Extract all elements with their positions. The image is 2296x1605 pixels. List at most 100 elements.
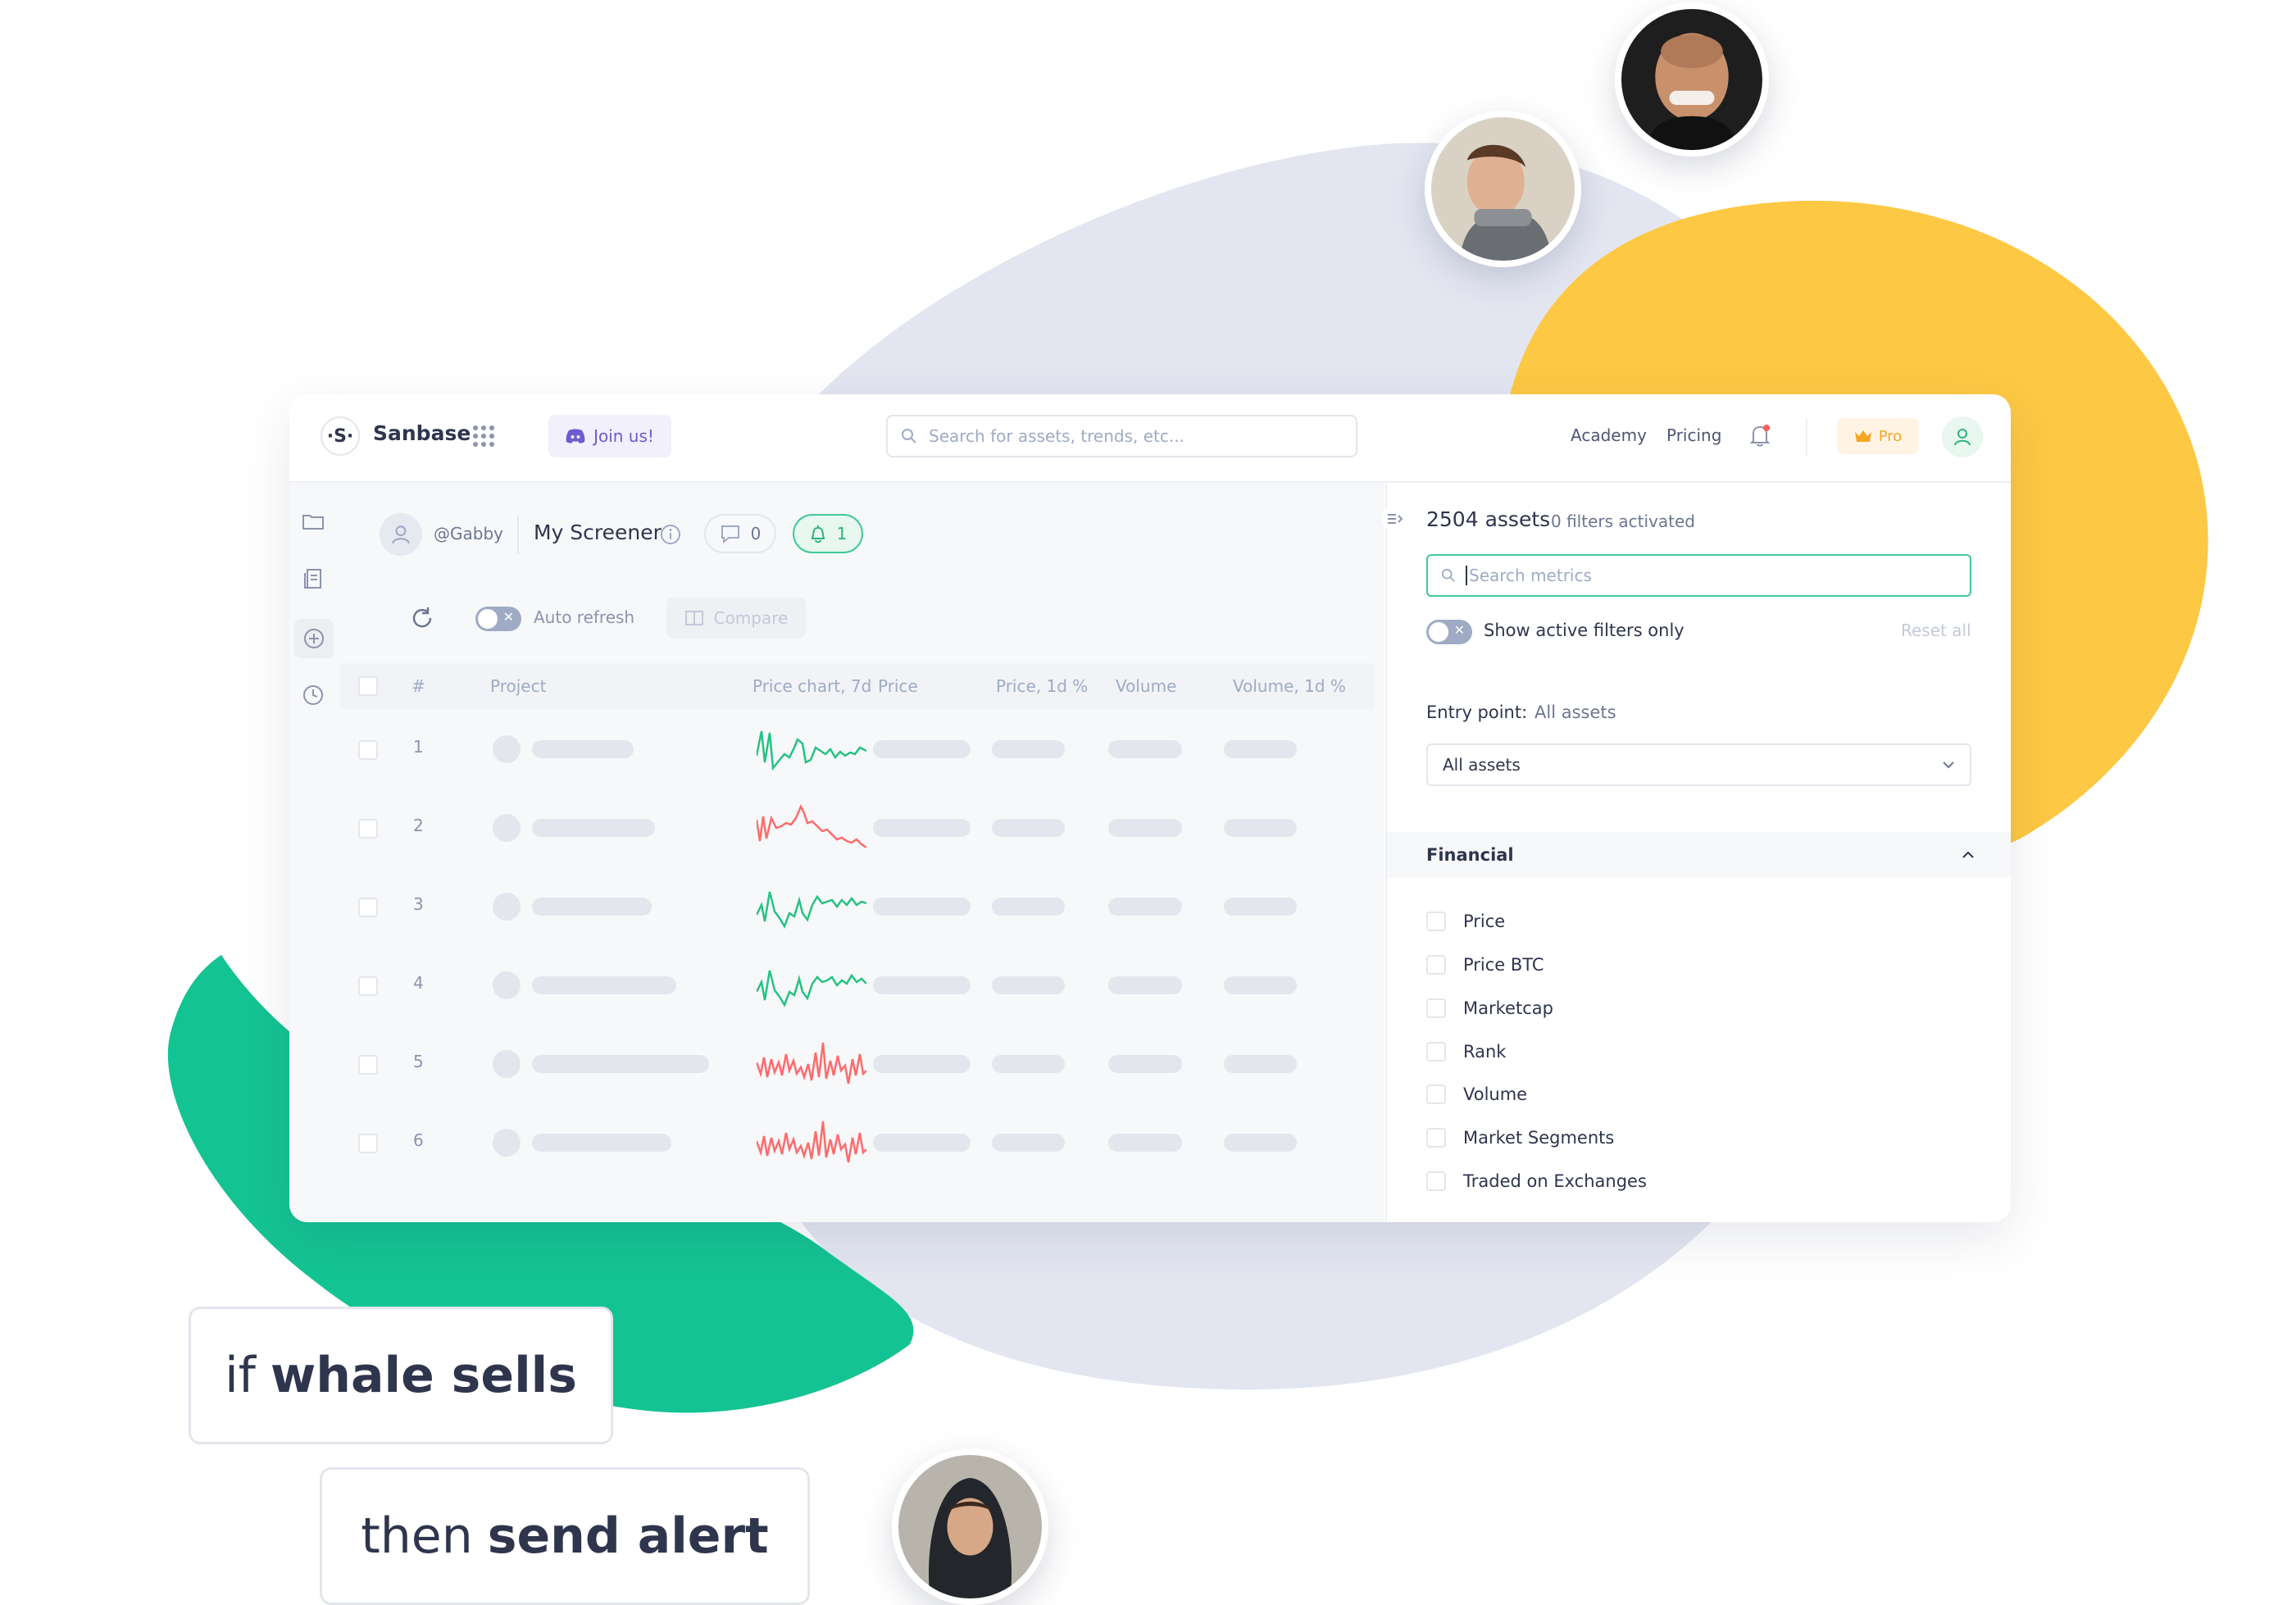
nav-pricing-link[interactable]: Pricing [1666, 425, 1721, 445]
show-active-filters-label: Show active filters only [1484, 621, 1684, 640]
project-logo-placeholder [493, 1050, 521, 1078]
metric-checkbox[interactable] [1426, 955, 1446, 975]
price-placeholder [873, 898, 971, 916]
search-metrics-input[interactable]: Search metrics [1426, 554, 1971, 597]
column-header-price-chart[interactable]: Price chart, 7d [752, 676, 871, 696]
column-header-price[interactable]: Price [878, 676, 918, 696]
pro-button[interactable]: Pro [1837, 418, 1919, 454]
show-active-filters-toggle[interactable]: ✕ [1426, 620, 1472, 644]
row-checkbox[interactable] [358, 1055, 378, 1075]
row-checkbox[interactable] [358, 819, 378, 839]
project-logo-placeholder [493, 893, 521, 921]
comments-button[interactable]: 0 [704, 514, 776, 553]
column-header-price-change[interactable]: Price, 1d % [996, 676, 1088, 696]
price-placeholder [873, 1134, 971, 1152]
row-number: 4 [413, 973, 424, 993]
apps-grid-icon[interactable] [471, 424, 496, 448]
search-icon [1441, 568, 1455, 582]
compare-label: Compare [713, 608, 789, 628]
comments-count: 0 [750, 524, 762, 543]
row-number: 1 [413, 737, 424, 757]
join-us-label: Join us! [593, 426, 654, 446]
row-checkbox[interactable] [358, 740, 378, 760]
action-keyword: then [361, 1507, 473, 1565]
volume-change-placeholder [1224, 1134, 1297, 1152]
table-row[interactable]: 4 [340, 945, 1375, 1024]
metric-label: Rank [1463, 1042, 1507, 1062]
table-header: # Project Price chart, 7d Price Price, 1… [340, 663, 1375, 709]
price-sparkline-down [757, 1042, 866, 1084]
top-bar: ·S· Sanbase Join us! Search for assets, … [289, 394, 2011, 483]
alert-bell-icon [811, 525, 825, 543]
user-menu-button[interactable] [1942, 416, 1983, 457]
table-row[interactable]: 5 [340, 1024, 1375, 1103]
chevron-up-icon [1962, 851, 1974, 858]
condition-card: if whale sells [189, 1307, 613, 1444]
compare-button[interactable]: Compare [666, 598, 806, 639]
clock-icon[interactable] [301, 683, 329, 711]
financial-section-header[interactable]: Financial [1387, 832, 2011, 878]
alerts-button[interactable]: 1 [793, 514, 863, 553]
row-checkbox[interactable] [358, 898, 378, 917]
row-checkbox[interactable] [358, 976, 378, 996]
document-icon[interactable] [301, 566, 329, 594]
price-placeholder [873, 819, 971, 837]
avatar-man-hood [892, 1448, 1048, 1605]
metric-checkbox[interactable] [1426, 1042, 1446, 1062]
alerts-count: 1 [836, 524, 848, 543]
header-divider [517, 516, 519, 553]
metric-checkbox[interactable] [1426, 1171, 1446, 1191]
folder-icon[interactable] [301, 509, 329, 537]
price-change-placeholder [992, 819, 1065, 837]
price-placeholder [873, 976, 971, 994]
table-row[interactable]: 6 [340, 1103, 1375, 1181]
reset-all-button[interactable]: Reset all [1901, 621, 1971, 640]
table-row[interactable]: 2 [340, 788, 1375, 866]
auto-refresh-toggle[interactable]: ✕ [475, 607, 521, 631]
entry-point-select[interactable]: All assets [1426, 743, 1971, 786]
condition-text: whale sells [270, 1347, 577, 1404]
project-logo-placeholder [493, 1129, 521, 1157]
global-search-input[interactable]: Search for assets, trends, etc... [886, 415, 1357, 457]
project-name-placeholder [532, 1134, 671, 1152]
metric-checkbox[interactable] [1426, 1084, 1446, 1104]
auto-refresh-label: Auto refresh [534, 607, 635, 627]
toggle-off-icon: ✕ [1453, 622, 1465, 638]
avatar-bald-man [1615, 2, 1769, 157]
entry-point-selected: All assets [1443, 755, 1521, 775]
author-username[interactable]: @Gabby [434, 524, 503, 543]
crown-icon [1854, 430, 1871, 442]
column-header-project[interactable]: Project [490, 676, 546, 696]
filters-activated-count: 0 filters activated [1551, 512, 1695, 531]
metric-checkbox[interactable] [1426, 998, 1446, 1018]
volume-placeholder [1108, 740, 1182, 758]
nav-academy-link[interactable]: Academy [1571, 425, 1647, 445]
info-icon[interactable] [660, 524, 681, 545]
column-header-volume[interactable]: Volume [1116, 676, 1176, 696]
price-change-placeholder [992, 1055, 1065, 1073]
join-us-button[interactable]: Join us! [548, 415, 671, 457]
sanbase-logo[interactable]: ·S· [321, 416, 360, 456]
collapse-panel-button[interactable] [1382, 506, 1408, 532]
plus-circle-icon[interactable] [294, 619, 334, 658]
row-checkbox[interactable] [358, 1134, 378, 1153]
volume-change-placeholder [1224, 976, 1297, 994]
metric-checkbox[interactable] [1426, 912, 1446, 931]
chevron-down-icon [1943, 762, 1954, 769]
table-row[interactable]: 3 [340, 866, 1375, 945]
row-number: 2 [413, 816, 424, 835]
column-header-rank[interactable]: # [411, 676, 425, 696]
author-avatar[interactable] [380, 513, 422, 556]
app-window: ·S· Sanbase Join us! Search for assets, … [289, 394, 2011, 1222]
metric-checkbox[interactable] [1426, 1128, 1446, 1148]
entry-point-label: Entry point: [1426, 702, 1528, 722]
metric-label: Volume [1463, 1084, 1528, 1104]
project-logo-placeholder [493, 814, 521, 842]
bell-icon[interactable] [1746, 421, 1774, 449]
compare-icon [684, 611, 703, 625]
select-all-checkbox[interactable] [358, 676, 378, 696]
column-header-volume-change[interactable]: Volume, 1d % [1233, 676, 1346, 696]
volume-placeholder [1108, 898, 1182, 916]
refresh-icon[interactable] [408, 604, 436, 632]
table-row[interactable]: 1 [340, 709, 1375, 788]
